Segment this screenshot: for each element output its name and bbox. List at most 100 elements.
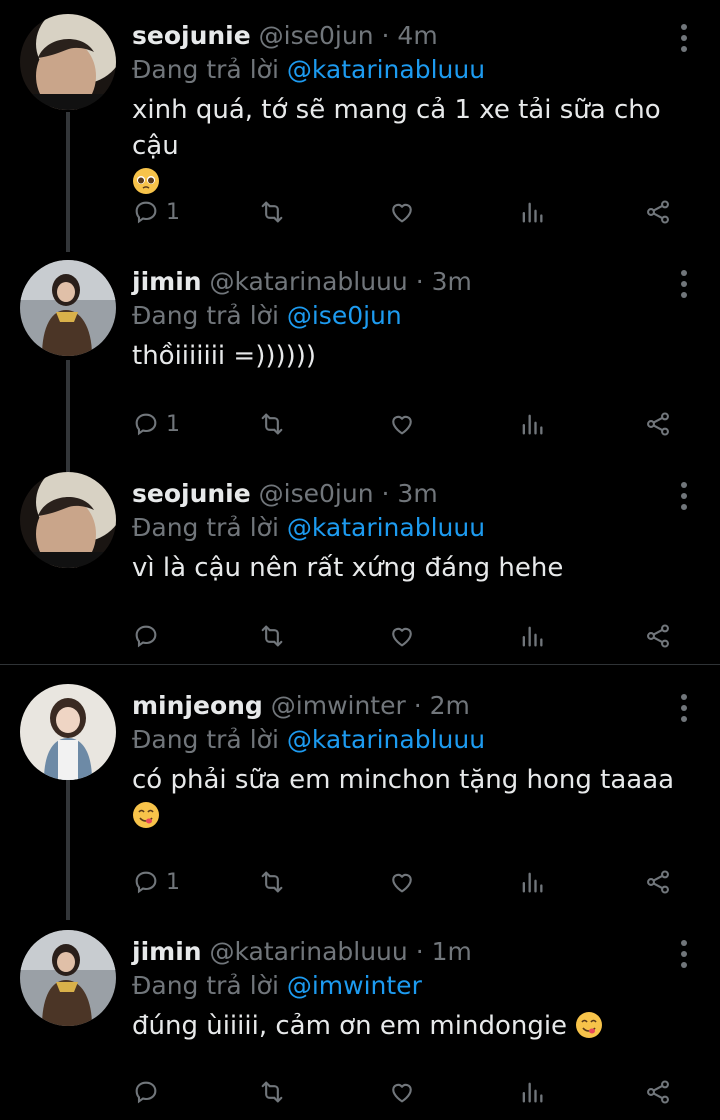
views-icon: [518, 622, 546, 650]
share-button[interactable]: [644, 618, 672, 654]
replying-to: Đang trả lời @katarinabluuu: [132, 512, 485, 544]
retweet-button[interactable]: [258, 406, 286, 442]
pleading-face-emoji: [132, 167, 160, 195]
like-button[interactable]: [388, 618, 416, 654]
display-name[interactable]: seojunie: [132, 21, 251, 50]
avatar[interactable]: [20, 684, 116, 780]
replying-to: Đang trả lời @ise0jun: [132, 300, 402, 332]
retweet-icon: [258, 410, 286, 438]
reply-button[interactable]: 1: [132, 406, 180, 442]
tweet-text: vì là cậu nên rất xứng đáng hehe: [132, 550, 692, 586]
avatar[interactable]: [20, 930, 116, 1026]
reply-count: 1: [166, 869, 180, 895]
action-bar: 1: [132, 864, 692, 900]
retweet-button[interactable]: [258, 618, 286, 654]
retweet-button[interactable]: [258, 194, 286, 230]
tweet-header: minjeong @imwinter · 2m: [132, 690, 470, 722]
reply-button[interactable]: [132, 1074, 160, 1110]
tweet[interactable]: seojunie @ise0jun · 3m Đang trả lời @kat…: [0, 458, 720, 664]
replying-label: Đang trả lời: [132, 55, 279, 84]
like-icon: [388, 622, 416, 650]
share-button[interactable]: [644, 1074, 672, 1110]
tweet-body: thồiiiiiii =)))))): [132, 341, 317, 371]
tweet-header: jimin @katarinabluuu · 1m: [132, 936, 472, 968]
mention-link[interactable]: @ise0jun: [287, 301, 402, 330]
retweet-icon: [258, 198, 286, 226]
tweet[interactable]: jimin @katarinabluuu · 3m Đang trả lời @…: [0, 246, 720, 466]
tweet-body: đúng ùiiiii, cảm ơn em mindongie: [132, 1011, 568, 1041]
views-button[interactable]: [518, 194, 546, 230]
display-name[interactable]: minjeong: [132, 691, 263, 720]
tweet-body: xinh quá, tớ sẽ mang cả 1 xe tải sữa cho…: [132, 95, 661, 161]
user-handle[interactable]: @katarinabluuu: [210, 937, 408, 966]
views-icon: [518, 868, 546, 896]
timestamp: · 1m: [415, 937, 472, 966]
replying-label: Đang trả lời: [132, 301, 279, 330]
share-button[interactable]: [644, 406, 672, 442]
like-icon: [388, 198, 416, 226]
tweet[interactable]: seojunie @ise0jun · 4m Đang trả lời @kat…: [0, 0, 720, 252]
views-icon: [518, 198, 546, 226]
views-button[interactable]: [518, 406, 546, 442]
retweet-icon: [258, 1078, 286, 1106]
retweet-icon: [258, 622, 286, 650]
yum-face-emoji: [575, 1011, 603, 1039]
views-button[interactable]: [518, 1074, 546, 1110]
display-name[interactable]: seojunie: [132, 479, 251, 508]
thread-divider: [0, 664, 720, 665]
retweet-button[interactable]: [258, 1074, 286, 1110]
avatar[interactable]: [20, 260, 116, 356]
avatar[interactable]: [20, 14, 116, 110]
tweet-text: thồiiiiiii =)))))): [132, 338, 692, 374]
more-icon[interactable]: [680, 24, 688, 57]
reply-button[interactable]: [132, 618, 160, 654]
views-button[interactable]: [518, 618, 546, 654]
like-button[interactable]: [388, 406, 416, 442]
reply-button[interactable]: 1: [132, 194, 180, 230]
timestamp: · 4m: [381, 21, 438, 50]
timestamp: · 3m: [381, 479, 438, 508]
display-name[interactable]: jimin: [132, 267, 202, 296]
share-icon: [644, 1078, 672, 1106]
tweet-header: jimin @katarinabluuu · 3m: [132, 266, 472, 298]
retweet-button[interactable]: [258, 864, 286, 900]
user-handle[interactable]: @katarinabluuu: [210, 267, 408, 296]
tweet[interactable]: jimin @katarinabluuu · 1m Đang trả lời @…: [0, 916, 720, 1120]
user-handle[interactable]: @imwinter: [271, 691, 406, 720]
user-handle[interactable]: @ise0jun: [259, 479, 374, 508]
reply-count: 1: [166, 411, 180, 437]
tweet-header: seojunie @ise0jun · 3m: [132, 478, 438, 510]
more-icon[interactable]: [680, 940, 688, 973]
like-button[interactable]: [388, 864, 416, 900]
views-icon: [518, 410, 546, 438]
mention-link[interactable]: @imwinter: [287, 971, 422, 1000]
tweet[interactable]: minjeong @imwinter · 2m Đang trả lời @ka…: [0, 670, 720, 920]
reply-icon: [132, 868, 160, 896]
mention-link[interactable]: @katarinabluuu: [287, 725, 485, 754]
action-bar: [132, 618, 692, 654]
display-name[interactable]: jimin: [132, 937, 202, 966]
user-handle[interactable]: @ise0jun: [259, 21, 374, 50]
like-icon: [388, 1078, 416, 1106]
mention-link[interactable]: @katarinabluuu: [287, 55, 485, 84]
tweet-header: seojunie @ise0jun · 4m: [132, 20, 438, 52]
action-bar: 1: [132, 406, 692, 442]
like-icon: [388, 868, 416, 896]
share-button[interactable]: [644, 194, 672, 230]
tweet-text: có phải sữa em minchon tặng hong taaaa: [132, 762, 692, 834]
tweet-text: đúng ùiiiii, cảm ơn em mindongie: [132, 1008, 692, 1044]
like-button[interactable]: [388, 1074, 416, 1110]
share-button[interactable]: [644, 864, 672, 900]
more-icon[interactable]: [680, 694, 688, 727]
tweet-text: xinh quá, tớ sẽ mang cả 1 xe tải sữa cho…: [132, 92, 692, 200]
more-icon[interactable]: [680, 270, 688, 303]
reply-icon: [132, 198, 160, 226]
mention-link[interactable]: @katarinabluuu: [287, 513, 485, 542]
like-button[interactable]: [388, 194, 416, 230]
views-button[interactable]: [518, 864, 546, 900]
share-icon: [644, 868, 672, 896]
tweet-body: vì là cậu nên rất xứng đáng hehe: [132, 553, 564, 583]
reply-button[interactable]: 1: [132, 864, 180, 900]
more-icon[interactable]: [680, 482, 688, 515]
avatar[interactable]: [20, 472, 116, 568]
